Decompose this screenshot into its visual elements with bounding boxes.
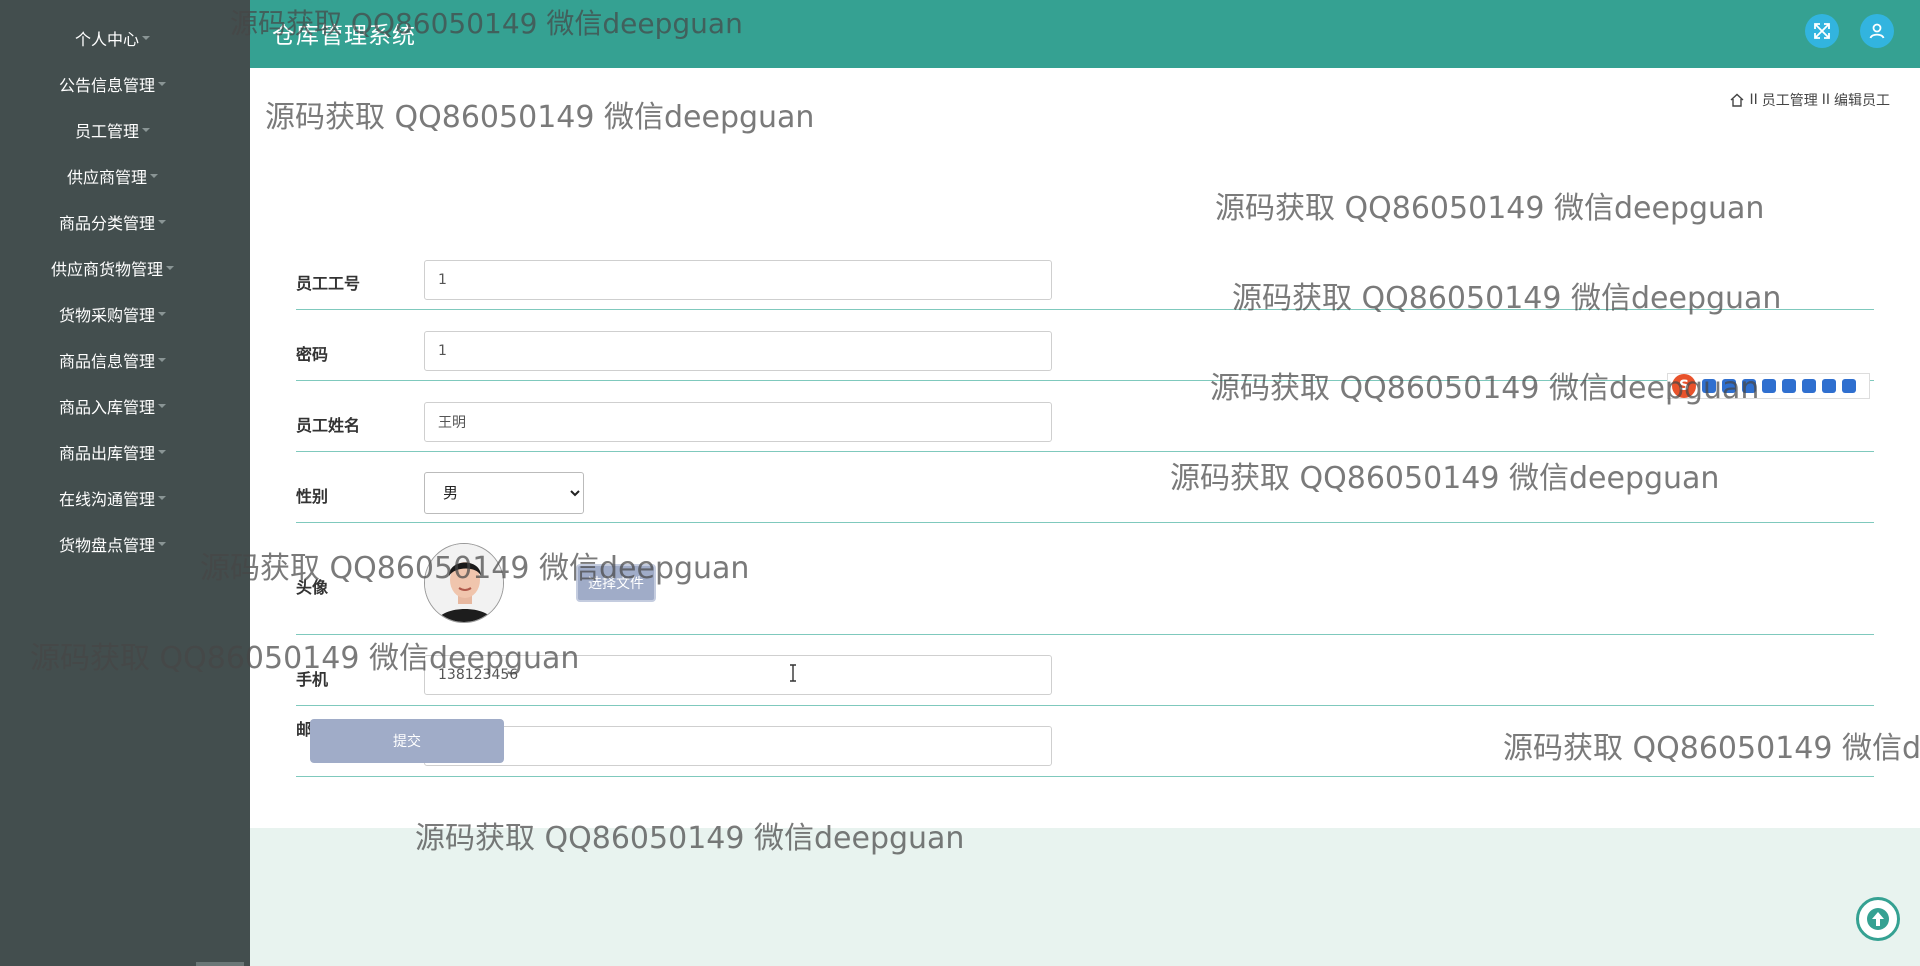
edit-employee-card: II 员工管理 II 编辑员工 员工工号 密码 员工姓名 性别 男 头像: [250, 68, 1920, 828]
employee-no-input[interactable]: [424, 260, 1052, 300]
sidebar-item-categories[interactable]: 商品分类管理: [0, 202, 225, 242]
ime-emoji-icon[interactable]: [1742, 379, 1756, 393]
chevron-down-icon: [158, 358, 166, 362]
ime-toolbox-icon[interactable]: [1842, 379, 1856, 393]
app-title: 仓库管理系统: [272, 23, 416, 49]
ime-user-icon[interactable]: [1802, 379, 1816, 393]
sidebar-item-label: 货物采购管理: [58, 306, 155, 325]
gender-label: 性别: [296, 487, 329, 506]
chevron-down-icon: [158, 450, 166, 454]
avatar-portrait-icon: [425, 544, 503, 622]
user-icon: [1869, 23, 1885, 39]
breadcrumb-current: 编辑员工: [1834, 93, 1890, 109]
ime-voice-icon[interactable]: [1762, 379, 1776, 393]
sidebar-item-suppliers[interactable]: 供应商管理: [0, 156, 225, 196]
breadcrumb-section[interactable]: 员工管理: [1762, 90, 1818, 110]
chevron-down-icon: [158, 312, 166, 316]
sidebar-item-label: 供应商管理: [66, 168, 147, 187]
ime-skin-icon[interactable]: [1822, 379, 1836, 393]
sidebar-item-stock-out[interactable]: 商品出库管理: [0, 432, 225, 472]
choose-file-button[interactable]: 选择文件: [576, 564, 656, 602]
sidebar-item-label: 商品信息管理: [58, 352, 155, 371]
chevron-down-icon: [158, 404, 166, 408]
sidebar-item-label: 商品出库管理: [58, 444, 155, 463]
chevron-down-icon: [142, 36, 150, 40]
email-input[interactable]: [424, 726, 1052, 766]
chevron-down-icon: [142, 128, 150, 132]
sidebar-item-notice[interactable]: 公告信息管理: [0, 64, 225, 104]
ime-language-icon[interactable]: [1702, 379, 1716, 393]
home-icon[interactable]: [1729, 92, 1745, 108]
form-row-name: 员工姓名: [296, 381, 1874, 452]
sidebar-item-label: 员工管理: [74, 122, 139, 141]
chevron-down-icon: [158, 220, 166, 224]
form-row-password: 密码: [296, 310, 1874, 381]
chevron-down-icon: [150, 174, 158, 178]
ime-punctuation-icon[interactable]: [1722, 379, 1736, 393]
form-row-avatar: 头像 选择文件: [296, 523, 1874, 635]
form-row-gender: 性别 男: [296, 452, 1874, 523]
fullscreen-button[interactable]: [1805, 14, 1839, 48]
ime-toolbar[interactable]: S: [1667, 373, 1870, 399]
ime-keyboard-icon[interactable]: [1782, 379, 1796, 393]
sidebar-item-supplier-goods[interactable]: 供应商货物管理: [0, 248, 225, 288]
sidebar-item-inventory-check[interactable]: 货物盘点管理: [0, 524, 225, 564]
user-menu-button[interactable]: [1860, 14, 1894, 48]
phone-label: 手机: [296, 670, 329, 689]
submit-button[interactable]: 提交: [310, 719, 504, 763]
chevron-down-icon: [158, 496, 166, 500]
name-input[interactable]: [424, 402, 1052, 442]
chevron-down-icon: [166, 266, 174, 270]
sidebar-item-personal-center[interactable]: 个人中心: [0, 18, 225, 58]
expand-icon: [1814, 23, 1830, 39]
sidebar-item-label: 公告信息管理: [58, 76, 155, 95]
form-row-email: 邮箱: [296, 706, 1874, 777]
sidebar-item-label: 在线沟通管理: [58, 490, 155, 509]
breadcrumb-separator: II: [1821, 92, 1830, 108]
sidebar-item-label: 商品入库管理: [58, 398, 155, 417]
breadcrumb-separator: II: [1749, 92, 1758, 108]
text-cursor-icon: [790, 664, 796, 682]
sidebar-item-purchasing[interactable]: 货物采购管理: [0, 294, 225, 334]
name-label: 员工姓名: [296, 416, 361, 435]
chevron-down-icon: [158, 542, 166, 546]
avatar: [424, 543, 504, 623]
sidebar-item-chat[interactable]: 在线沟通管理: [0, 478, 225, 518]
sidebar-item-employees[interactable]: 员工管理: [0, 110, 225, 150]
employee-no-label: 员工工号: [296, 274, 361, 293]
sidebar-item-label: 供应商货物管理: [50, 260, 163, 279]
ime-logo-icon[interactable]: S: [1672, 374, 1696, 398]
password-input[interactable]: [424, 331, 1052, 371]
phone-input[interactable]: [424, 655, 1052, 695]
breadcrumb: II 员工管理 II 编辑员工: [1729, 90, 1890, 110]
arrow-up-icon: [1867, 908, 1889, 930]
gender-select[interactable]: 男: [424, 472, 584, 514]
back-to-top-button[interactable]: [1856, 897, 1900, 941]
sidebar-item-stock-in[interactable]: 商品入库管理: [0, 386, 225, 426]
top-header: 仓库管理系统: [250, 0, 1920, 68]
form-row-employee-no: 员工工号: [296, 186, 1874, 310]
sidebar-item-products[interactable]: 商品信息管理: [0, 340, 225, 380]
sidebar-item-label: 个人中心: [74, 30, 139, 49]
chevron-down-icon: [158, 82, 166, 86]
scrollbar[interactable]: [196, 962, 244, 966]
form-row-phone: 手机: [296, 635, 1874, 706]
password-label: 密码: [296, 345, 329, 364]
sidebar-item-label: 商品分类管理: [58, 214, 155, 233]
sidebar-item-label: 货物盘点管理: [58, 536, 155, 555]
sidebar: 个人中心 公告信息管理 员工管理 供应商管理 商品分类管理 供应商货物管理 货物…: [0, 0, 250, 966]
avatar-label: 头像: [296, 578, 329, 597]
